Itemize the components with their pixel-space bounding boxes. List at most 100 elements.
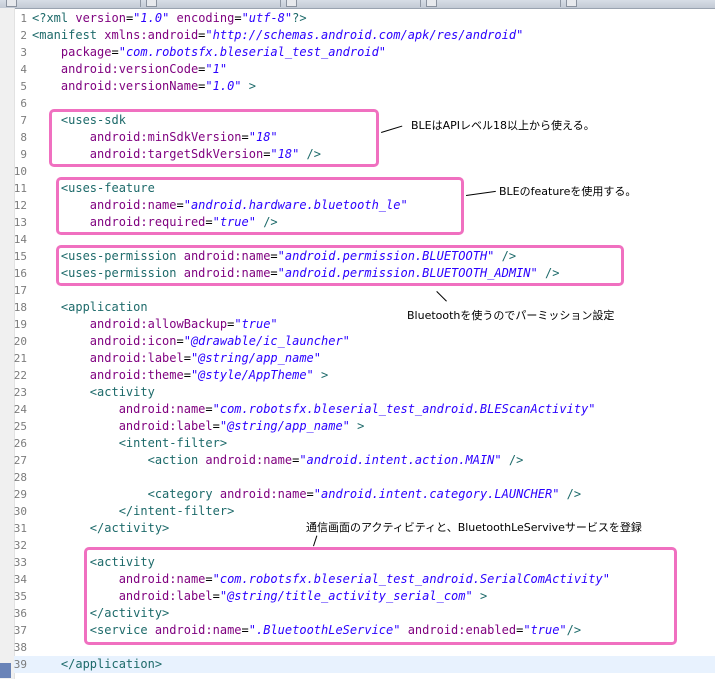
xml-value: "1.0" [133,11,170,25]
line-number: 30 [13,505,27,518]
xml-value: "android.intent.action.MAIN" [299,453,502,467]
code-line[interactable]: 4 android:versionCode="1" [0,61,715,78]
code-line[interactable]: 22 android:theme="@style/AppTheme" > [0,367,715,384]
xml-operator: = [212,419,220,433]
xml-tag: </intent-filter> [32,504,235,518]
code-line[interactable]: 23 <activity [0,384,715,401]
line-number: 3 [20,46,27,59]
code-line[interactable]: 30 </intent-filter> [0,503,715,520]
xml-value: "1" [205,62,228,76]
annotation-box-uses-sdk [49,109,379,167]
code-text: <manifest xmlns:android="http://schemas.… [32,27,523,44]
code-text: <intent-filter> [32,435,227,452]
line-number: 17 [13,284,27,297]
line-number: 14 [13,233,27,246]
code-text: package="com.robotsfx.bleserial_test_and… [32,44,386,61]
code-text: <application [32,299,148,316]
code-text: android:label="@string/app_name" [32,350,321,367]
line-number: 39 [13,658,27,671]
line-number: 29 [13,488,27,501]
xml-attribute: android:label [32,419,213,433]
code-line[interactable]: 1 <?xml version="1.0" encoding="utf-8"?> [0,10,715,27]
editor-tab[interactable] [420,0,561,7]
xml-tag: <intent-filter> [32,436,228,450]
file-icon [146,0,157,7]
editor-tab[interactable] [560,0,715,7]
xml-tag: </activity> [32,521,170,535]
xml-tag: ?> [292,11,307,25]
code-text: <action android:name="android.intent.act… [32,452,524,469]
editor-tab[interactable] [0,0,141,7]
line-number: 37 [13,624,27,637]
code-text: android:versionCode="1" [32,61,227,78]
code-line[interactable]: 20 android:icon="@drawable/ic_launcher" [0,333,715,350]
xml-tag: <?xml [32,11,76,25]
xml-tag: <action [32,453,206,467]
code-line[interactable]: 5 android:versionName="1.0" > [0,78,715,95]
xml-tag: <activity [32,385,155,399]
line-number: 4 [20,63,27,76]
annotation-box-activity-service [84,547,677,645]
line-number: 5 [20,80,27,93]
annotation-note-sdk: BLEはAPIレベル18以上から使える。 [411,119,595,132]
editor-tab-bar [0,0,715,9]
annotation-box-uses-permission [56,245,624,286]
xml-value: "@string/app_name" [219,419,350,433]
xml-tag: > [241,79,256,93]
editor-tab[interactable] [280,0,421,7]
xml-value: "com.robotsfx.bleserial_test_android" [118,45,387,59]
code-line[interactable]: 24 android:name="com.robotsfx.bleserial_… [0,401,715,418]
code-line[interactable]: 27 <action android:name="android.intent.… [0,452,715,469]
code-text: android:name="com.robotsfx.bleserial_tes… [32,401,596,418]
code-line[interactable]: 3 package="com.robotsfx.bleserial_test_a… [0,44,715,61]
line-number: 8 [20,131,27,144]
line-number: 28 [13,471,27,484]
xml-value: "http://schemas.android.com/apk/res/andr… [205,28,524,42]
code-line[interactable]: 39 </application> [0,656,715,673]
line-number: 24 [13,403,27,416]
xml-tag: <application [32,300,148,314]
xml-value: "@style/AppTheme" [190,368,314,382]
code-text: <category android:name="android.intent.c… [32,486,582,503]
line-number: 10 [13,165,27,178]
xml-operator: = [183,351,191,365]
code-line[interactable]: 2 <manifest xmlns:android="http://schemas… [0,27,715,44]
line-number: 13 [13,216,27,229]
code-line[interactable]: 25 android:label="@string/app_name" > [0,418,715,435]
xml-attribute: android:icon [32,334,177,348]
xml-operator: = [306,487,314,501]
xml-value: "@drawable/ic_launcher" [183,334,350,348]
xml-value: "utf-8" [241,11,293,25]
xml-value: "@string/app_name" [190,351,321,365]
line-number: 21 [13,352,27,365]
line-number: 11 [13,182,27,195]
line-number: 26 [13,437,27,450]
line-number: 6 [20,97,27,110]
code-text: <activity [32,384,155,401]
xml-tag: <manifest [32,28,105,42]
code-text: </application> [32,656,162,673]
code-line[interactable]: 26 <intent-filter> [0,435,715,452]
xml-tag: <category [32,487,220,501]
editor-tab[interactable] [140,0,281,7]
xml-operator: = [183,368,191,382]
xml-attribute: xmlns:android [104,28,199,42]
line-number: 31 [13,522,27,535]
xml-tag: > [349,419,365,433]
xml-operator: = [205,402,213,416]
xml-attribute: android:versionCode [32,62,199,76]
line-number: 36 [13,607,27,620]
line-number: 7 [20,114,27,127]
code-line[interactable]: 21 android:label="@string/app_name" [0,350,715,367]
line-number: 15 [13,250,27,263]
line-number: 33 [13,556,27,569]
xml-attribute: android:name [219,487,307,501]
code-line[interactable]: 29 <category android:name="android.inten… [0,486,715,503]
code-line[interactable]: 28 [0,469,715,486]
xml-operator: = [234,11,242,25]
file-icon [6,0,17,7]
xml-operator: = [176,334,184,348]
line-number: 12 [13,199,27,212]
line-number: 35 [13,590,27,603]
file-icon [566,0,577,7]
